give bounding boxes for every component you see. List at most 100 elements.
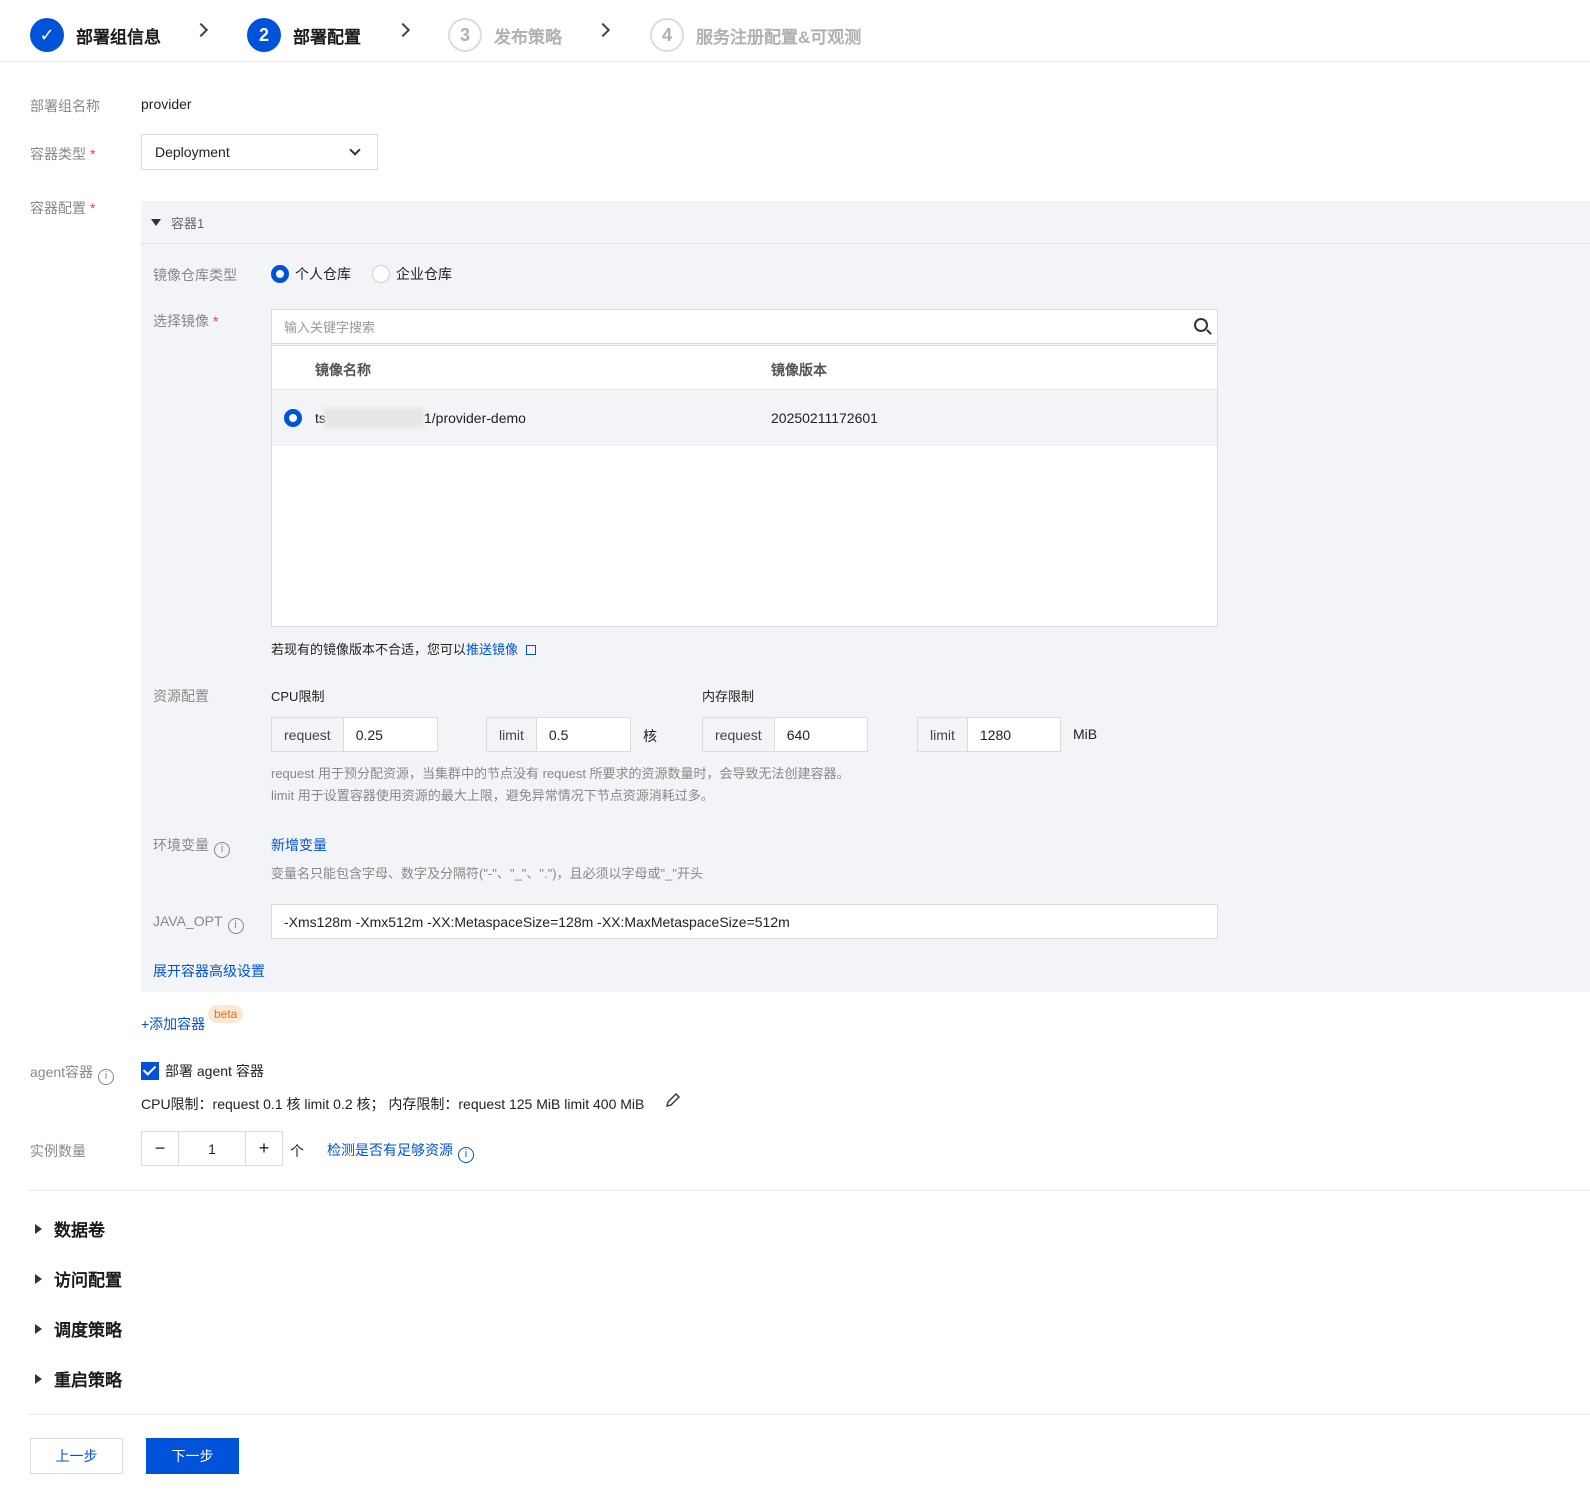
table-row[interactable]: ts 1/provider-demo 20250211172601: [272, 390, 1217, 446]
group-name-value: provider: [141, 96, 192, 112]
info-icon[interactable]: i: [227, 918, 244, 934]
section-access[interactable]: 访问配置: [35, 1266, 122, 1291]
caret-down-icon: [151, 218, 161, 226]
radio-enterprise-repo[interactable]: 企业仓库: [372, 264, 452, 284]
mem-limit-addon: limit: [918, 718, 968, 751]
plus-button[interactable]: +: [246, 1132, 282, 1165]
radio-personal-label: 个人仓库: [295, 266, 351, 282]
mem-unit: MiB: [1073, 726, 1098, 742]
java-opt-value: -Xms128m -Xmx512m -XX:MetaspaceSize=128m…: [284, 913, 790, 930]
divider: [28, 1414, 1590, 1415]
push-hint: 若现有的镜像版本不合适，您可以推送镜像: [271, 639, 537, 658]
section-scheduling-label: 调度策略: [54, 1321, 122, 1340]
info-icon[interactable]: i: [458, 1147, 474, 1163]
cpu-limit-addon: limit: [487, 718, 537, 751]
minus-button[interactable]: −: [142, 1132, 178, 1165]
beta-badge: beta: [208, 1005, 244, 1023]
step-1[interactable]: ✓ 部署组信息: [30, 17, 161, 53]
info-icon[interactable]: i: [98, 1069, 115, 1085]
caret-right-icon: [35, 1273, 42, 1284]
radio-unchecked-icon: [372, 265, 390, 283]
group-name-label: 部署组名称: [30, 98, 100, 114]
container-config-label: 容器配置 *: [30, 200, 96, 216]
container-type-label: 容器类型 *: [30, 146, 96, 162]
instances-unit: 个: [290, 1143, 304, 1159]
external-link-icon[interactable]: [526, 645, 537, 655]
agent-checkbox[interactable]: [141, 1062, 159, 1080]
step-3-number: 3: [448, 18, 482, 52]
resource-label: 资源配置: [153, 688, 209, 704]
mem-limit-field[interactable]: limit 1280: [917, 717, 1061, 752]
container1-title: 容器1: [171, 215, 205, 231]
step-1-label: 部署组信息: [76, 27, 161, 47]
add-variable-link[interactable]: 新增变量: [271, 835, 327, 855]
cpu-request-field[interactable]: request 0.25: [271, 717, 438, 752]
container-type-value: Deployment: [155, 144, 230, 160]
select-image-label: 选择镜像 *: [153, 313, 219, 329]
check-resource-link[interactable]: 检测是否有足够资源 i: [327, 1140, 474, 1163]
resource-hint-2: limit 用于设置容器使用资源的最大上限，避免异常情况下节点资源消耗过多。: [271, 788, 714, 803]
next-button[interactable]: 下一步: [146, 1438, 239, 1474]
advanced-settings-link[interactable]: 展开容器高级设置: [153, 961, 265, 981]
cpu-request-addon: request: [272, 718, 344, 751]
repo-type-label: 镜像仓库类型: [153, 267, 237, 283]
cpu-request-input[interactable]: 0.25: [344, 718, 437, 751]
mem-request-addon: request: [703, 718, 775, 751]
stepper: ✓ 部署组信息 2 部署配置 3 发布策略 4 服务注册配置&可观测: [0, 0, 1590, 62]
search-placeholder: 输入关键字搜索: [284, 320, 376, 335]
env-hint: 变量名只能包含字母、数字及分隔符("-"、"_"、".")，且必须以字母或"_"…: [271, 866, 703, 881]
step-4-label: 服务注册配置&可观测: [696, 27, 862, 47]
cpu-limit-field[interactable]: limit 0.5: [486, 717, 631, 752]
section-volumes-label: 数据卷: [54, 1221, 105, 1240]
add-container-link[interactable]: +添加容器: [141, 1014, 205, 1034]
java-opt-input[interactable]: -Xms128m -Xmx512m -XX:MetaspaceSize=128m…: [271, 904, 1218, 939]
section-scheduling[interactable]: 调度策略: [35, 1316, 122, 1341]
divider: [28, 1190, 1590, 1191]
step-4: 4 服务注册配置&可观测: [650, 17, 861, 53]
mem-request-field[interactable]: request 640: [702, 717, 868, 752]
instances-label: 实例数量: [30, 1143, 86, 1159]
chevron-right-icon: [595, 22, 611, 38]
info-icon[interactable]: i: [214, 842, 230, 858]
section-volumes[interactable]: 数据卷: [35, 1216, 105, 1241]
agent-limits: CPU限制：request 0.1 核 limit 0.2 核； 内存限制：re…: [141, 1096, 645, 1112]
push-image-link[interactable]: 推送镜像: [466, 642, 518, 657]
cpu-unit: 核: [643, 728, 657, 744]
image-version: 20250211172601: [771, 410, 878, 426]
col-image-name: 镜像名称: [315, 362, 371, 378]
instances-stepper: − 1 +: [141, 1131, 283, 1166]
section-restart[interactable]: 重启策略: [35, 1366, 122, 1391]
env-label: 环境变量 i: [153, 835, 230, 858]
container1-header[interactable]: 容器1: [141, 201, 1590, 244]
mem-request-input[interactable]: 640: [775, 718, 867, 751]
step-3-label: 发布策略: [494, 27, 562, 47]
table-header: 镜像名称 镜像版本: [272, 346, 1217, 390]
radio-personal-repo[interactable]: 个人仓库: [271, 264, 351, 284]
section-restart-label: 重启策略: [54, 1371, 122, 1390]
redacted-block: [324, 408, 424, 428]
mem-limit-input[interactable]: 1280: [968, 718, 1060, 751]
instances-input[interactable]: 1: [178, 1132, 246, 1165]
cpu-limit-input[interactable]: 0.5: [537, 718, 630, 751]
image-search-input[interactable]: 输入关键字搜索: [271, 309, 1218, 344]
caret-right-icon: [35, 1373, 42, 1384]
mem-limit-label: 内存限制: [702, 689, 755, 704]
radio-checked-icon: [284, 409, 302, 427]
caret-right-icon: [35, 1223, 42, 1234]
agent-label: agent容器 i: [30, 1062, 115, 1085]
chevron-down-icon: [349, 144, 361, 156]
search-icon[interactable]: [1194, 318, 1208, 332]
resource-hint-1: request 用于预分配资源，当集群中的节点没有 request 所要求的资源…: [271, 766, 850, 781]
chevron-right-icon: [193, 22, 209, 38]
row-radio[interactable]: [284, 409, 308, 427]
radio-checked-icon: [271, 265, 289, 283]
container-type-select[interactable]: Deployment: [141, 134, 378, 170]
step-2[interactable]: 2 部署配置: [247, 17, 361, 53]
section-access-label: 访问配置: [54, 1271, 122, 1290]
pencil-icon[interactable]: [666, 1093, 680, 1107]
java-opt-label: JAVA_OPT i: [153, 913, 244, 934]
prev-button[interactable]: 上一步: [30, 1438, 123, 1474]
step-2-label: 部署配置: [293, 27, 361, 47]
push-hint-text: 若现有的镜像版本不合适，您可以: [271, 642, 467, 657]
image-name-suffix: 1/provider-demo: [424, 410, 526, 426]
